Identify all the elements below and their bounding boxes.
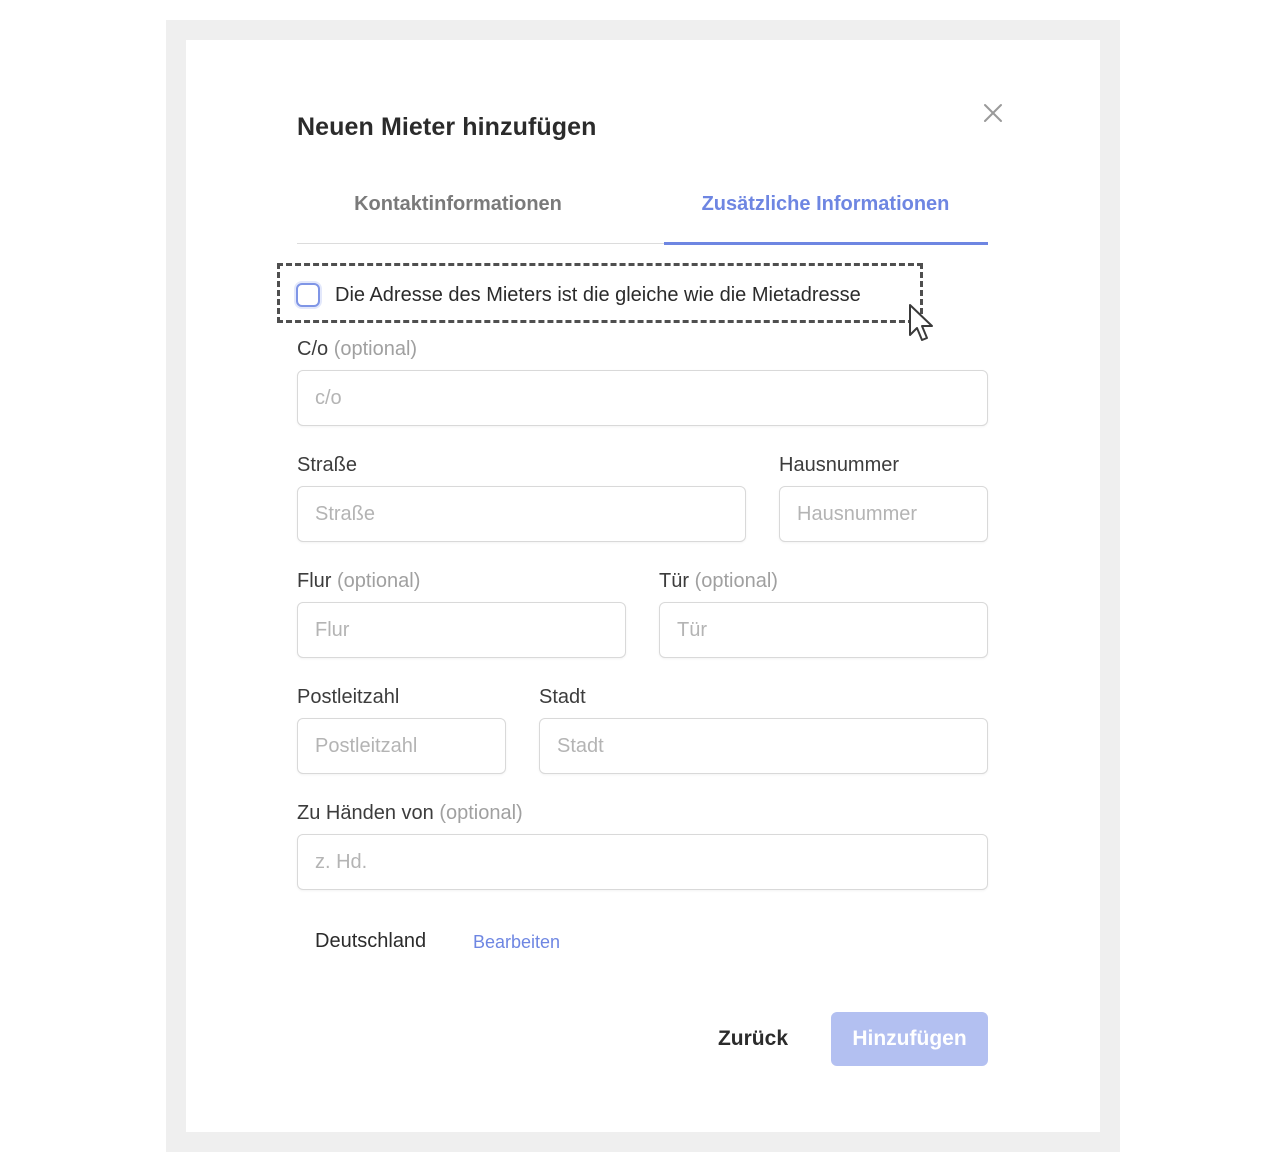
tab-active-indicator: [664, 242, 988, 245]
close-icon[interactable]: [978, 98, 1008, 128]
tab-contact-information[interactable]: Kontaktinformationen: [297, 193, 619, 216]
tab-additional-information[interactable]: Zusätzliche Informationen: [664, 193, 987, 216]
attention-label: Zu Händen von (optional): [297, 802, 523, 824]
add-button[interactable]: Hinzufügen: [831, 1012, 988, 1066]
mouse-pointer-icon: [909, 304, 933, 341]
floor-input[interactable]: [297, 602, 626, 658]
attention-input[interactable]: [297, 834, 988, 890]
floor-label: Flur (optional): [297, 570, 421, 592]
back-button[interactable]: Zurück: [708, 1013, 798, 1065]
door-input[interactable]: [659, 602, 988, 658]
house-number-label: Hausnummer: [779, 454, 900, 476]
city-label: Stadt: [539, 686, 586, 708]
street-input[interactable]: [297, 486, 746, 542]
co-label: C/o (optional): [297, 338, 418, 360]
co-input[interactable]: [297, 370, 988, 426]
country-value: Deutschland: [315, 930, 427, 952]
same-address-checkbox[interactable]: [296, 283, 320, 307]
door-label: Tür (optional): [659, 570, 778, 592]
postal-code-label: Postleitzahl: [297, 686, 400, 708]
edit-country-link[interactable]: Bearbeiten: [473, 932, 560, 953]
city-input[interactable]: [539, 718, 988, 774]
street-label: Straße: [297, 454, 358, 476]
house-number-input[interactable]: [779, 486, 988, 542]
dialog-title: Neuen Mieter hinzufügen: [297, 113, 597, 141]
postal-code-input[interactable]: [297, 718, 506, 774]
same-address-label[interactable]: Die Adresse des Mieters ist die gleiche …: [335, 284, 861, 307]
